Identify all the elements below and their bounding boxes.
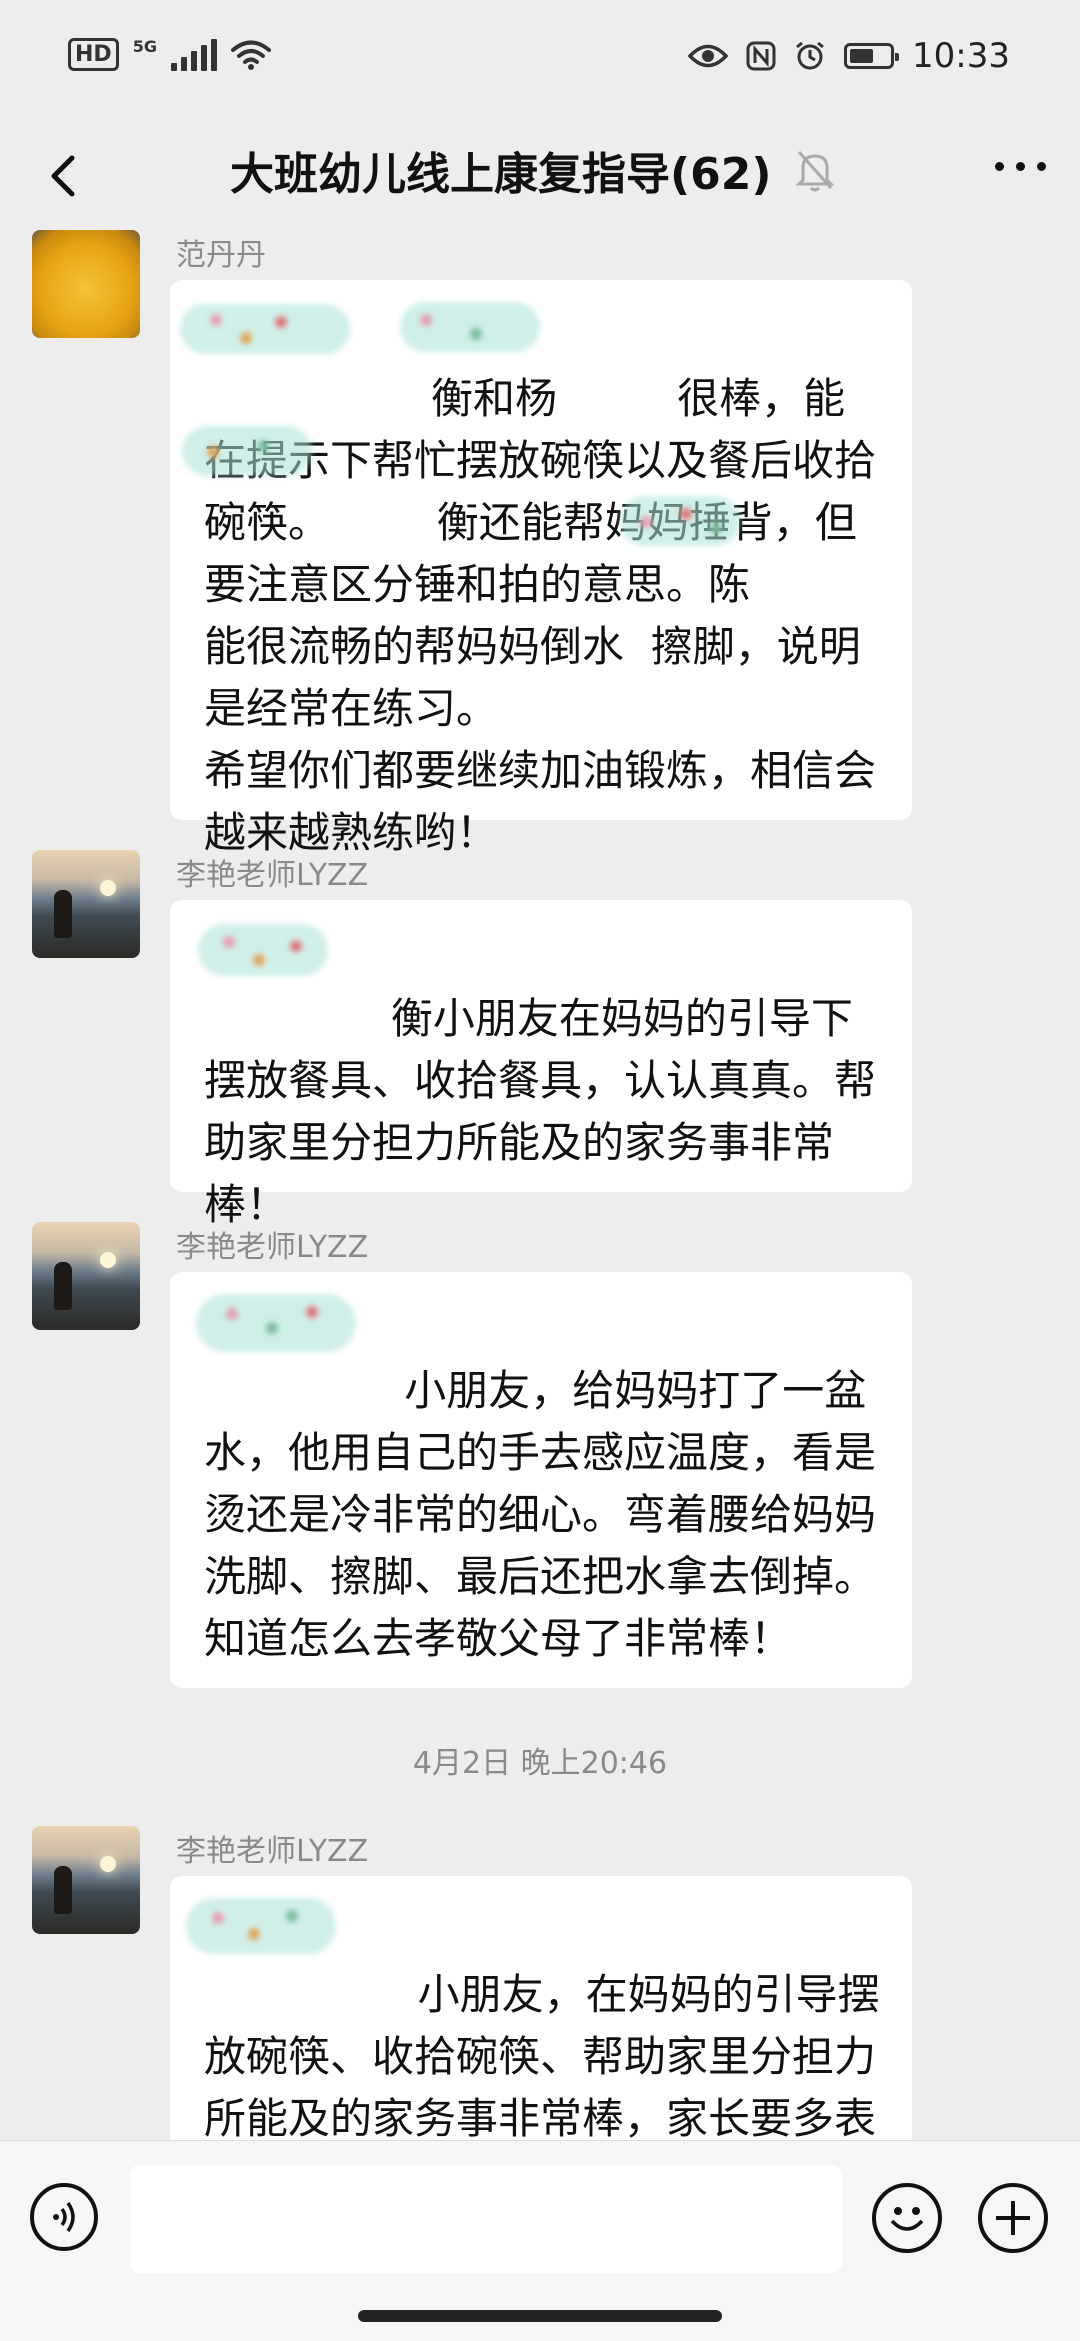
page-title: 大班幼儿线上康复指导(62) bbox=[230, 149, 772, 200]
chat-area[interactable]: 范丹丹 衡和杨 很棒，能在提示下帮忙摆放碗筷以及餐后收拾碗筷。 衡还能帮妈妈捶背… bbox=[0, 230, 1080, 2140]
avatar[interactable] bbox=[32, 1826, 140, 1934]
redaction-blur bbox=[198, 924, 328, 976]
message-text: 衡小朋友在妈妈的引导下摆放餐具、收拾餐具，认认真真。帮助家里分担力所能及的家务事… bbox=[204, 994, 877, 1229]
redaction-blur bbox=[186, 1898, 336, 1954]
avatar[interactable] bbox=[32, 1222, 140, 1330]
chevron-left-icon[interactable] bbox=[30, 140, 100, 210]
wifi-icon bbox=[230, 40, 271, 70]
message-bubble[interactable]: 衡和杨 很棒，能在提示下帮忙摆放碗筷以及餐后收拾碗筷。 衡还能帮妈妈捶背，但要注… bbox=[170, 280, 912, 857]
message-input[interactable] bbox=[130, 2165, 842, 2273]
message-text: 小朋友，给妈妈打了一盆水，他用自己的手去感应温度，看是烫还是冷非常的细心。弯着腰… bbox=[204, 1366, 877, 1663]
nfc-icon bbox=[746, 41, 776, 71]
alarm-icon bbox=[796, 41, 824, 70]
status-bar: HD 5G 10:33 bbox=[0, 0, 1080, 120]
home-indicator[interactable] bbox=[358, 2310, 722, 2322]
status-right: 10:33 bbox=[688, 36, 1010, 76]
redaction-blur bbox=[182, 426, 312, 476]
avatar[interactable] bbox=[32, 850, 140, 958]
sender-name: 范丹丹 bbox=[176, 238, 266, 273]
plus-icon[interactable] bbox=[978, 2183, 1048, 2253]
title-group: 大班幼儿线上康复指导(62) bbox=[230, 138, 836, 202]
network-label: 5G bbox=[132, 37, 157, 56]
message-text: 小朋友，在妈妈的引导摆放碗筷、收拾碗筷、帮助家里分担力所能及的家务事非常棒，家长… bbox=[204, 1970, 880, 2140]
more-dots-icon[interactable] bbox=[995, 162, 1046, 171]
sender-name: 李艳老师LYZZ bbox=[176, 1834, 369, 1869]
redaction-blur bbox=[180, 304, 350, 354]
avatar[interactable] bbox=[32, 230, 140, 338]
hd-badge: HD bbox=[68, 38, 119, 71]
sender-name: 李艳老师LYZZ bbox=[176, 858, 369, 893]
timestamp: 4月2日 晚上20:46 bbox=[412, 1746, 668, 1781]
signal-icon bbox=[170, 38, 217, 71]
battery-icon bbox=[844, 43, 900, 69]
eye-icon bbox=[688, 44, 729, 68]
chat-header: 大班幼儿线上康复指导(62) bbox=[0, 120, 1080, 230]
bell-off-icon bbox=[795, 151, 836, 192]
voice-icon[interactable] bbox=[30, 2183, 98, 2251]
redaction-blur bbox=[400, 302, 540, 352]
emoji-icon[interactable] bbox=[872, 2183, 942, 2253]
redaction-blur bbox=[620, 496, 740, 546]
sender-name: 李艳老师LYZZ bbox=[176, 1230, 369, 1265]
status-time: 10:33 bbox=[912, 36, 1010, 76]
status-left: HD 5G bbox=[68, 37, 271, 71]
redaction-blur bbox=[196, 1294, 356, 1352]
